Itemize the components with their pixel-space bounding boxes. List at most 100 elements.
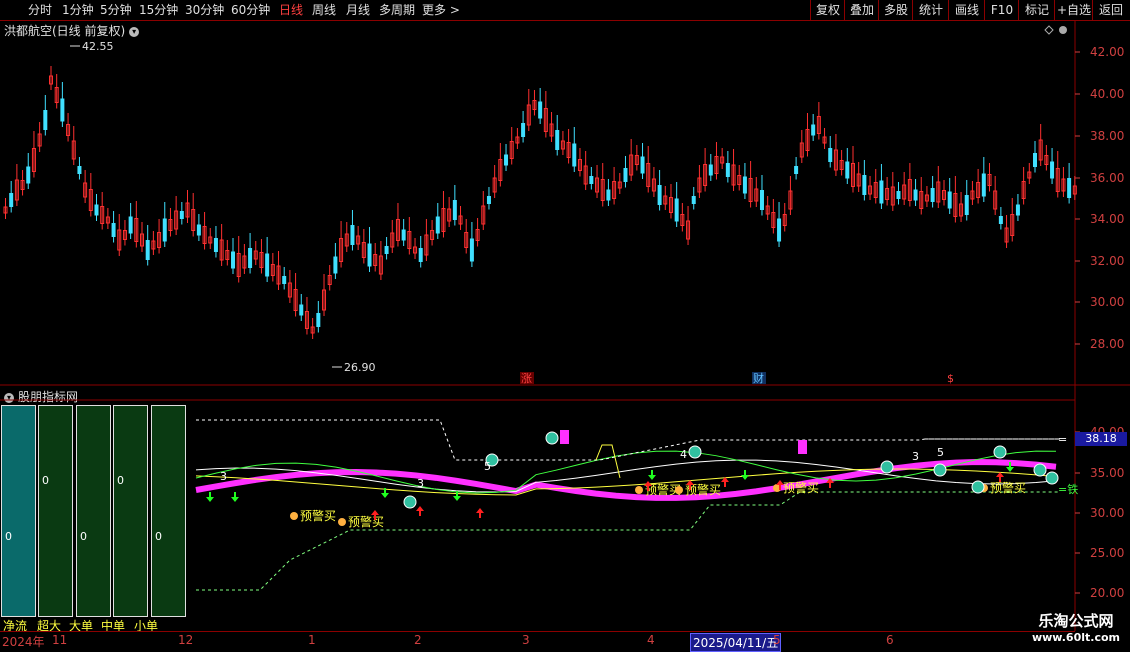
date-axis: 2024年 11 12 1 2 3 4 2025/04/11/五 5 6 — [0, 631, 1075, 652]
candle-body — [248, 248, 253, 268]
check-badge-icon — [933, 463, 947, 477]
check-badge-icon — [971, 480, 985, 494]
hand-icon — [290, 512, 298, 520]
date-label: 5 — [773, 633, 781, 647]
arrow-down-icon — [741, 470, 749, 480]
date-label: 4 — [647, 633, 655, 647]
date-label: 11 — [52, 633, 68, 647]
candle-body — [94, 204, 99, 216]
large-order-value: 0 — [80, 530, 87, 543]
candle-body — [913, 189, 918, 201]
watermark-url: www.60lt.com — [1031, 631, 1120, 644]
candle-body — [1067, 178, 1072, 198]
candle-body — [350, 225, 355, 245]
buy-signal-label: 预警买 — [300, 508, 336, 523]
candle-body — [777, 218, 782, 242]
ind-tick-label: 35.00 — [1090, 466, 1124, 480]
date-label: 12 — [178, 633, 194, 647]
buy-signal-label: 预警买 — [990, 480, 1026, 495]
candle-body — [60, 98, 65, 122]
check-badge-icon — [403, 495, 417, 509]
arrow-down-icon — [231, 492, 239, 502]
date-label: 3 — [522, 633, 530, 647]
candle-body — [572, 143, 577, 167]
date-label: 2024年 — [2, 635, 45, 649]
arrow-up-icon — [476, 508, 484, 518]
candle-body — [794, 166, 799, 174]
high-label: 42.55 — [82, 40, 114, 53]
candle-body — [282, 276, 287, 284]
candle-body — [43, 110, 48, 130]
date-label: 2 — [414, 633, 422, 647]
count-label: 3 — [912, 450, 919, 463]
candle-body — [231, 251, 236, 269]
large-order-box: 0 — [76, 405, 111, 617]
candle-body — [213, 238, 218, 252]
price-tick-label: 34.00 — [1090, 212, 1124, 226]
candle-body — [384, 246, 389, 254]
candle-body — [179, 211, 184, 219]
price-tick-label: 40.00 — [1090, 87, 1124, 101]
candle-body — [981, 173, 986, 197]
arrow-down-icon — [206, 492, 214, 502]
candle-body — [401, 229, 406, 241]
candle-body — [930, 188, 935, 202]
magenta-block — [560, 430, 569, 444]
candle-body — [316, 313, 321, 327]
price-tick-label: 32.00 — [1090, 254, 1124, 268]
candle-body — [1050, 161, 1055, 179]
date-label: 6 — [886, 633, 894, 647]
candle-body — [521, 123, 526, 137]
candle-body — [1015, 204, 1020, 216]
ind-tick-label: 20.00 — [1090, 586, 1124, 600]
candle-body — [418, 248, 423, 262]
magenta-block — [798, 440, 807, 454]
check-badge-icon — [880, 460, 894, 474]
cursor-date: 2025/04/11/五 — [690, 633, 782, 652]
candle-body — [640, 156, 645, 174]
hand-icon — [338, 518, 346, 526]
candle-body — [879, 180, 884, 204]
yellow-spike — [595, 444, 621, 479]
candle-body — [828, 148, 833, 162]
candle-body — [742, 176, 747, 194]
date-label: 1 — [308, 633, 316, 647]
candle-body — [77, 166, 82, 174]
candle-body — [469, 238, 474, 262]
event-marker-zhang[interactable]: 涨 — [521, 372, 532, 385]
check-badge-icon — [688, 445, 702, 459]
candle-body — [555, 130, 560, 150]
current-value-tag: 38.18 — [1075, 432, 1127, 446]
arrow-up-icon — [721, 477, 729, 487]
candle-body — [26, 166, 31, 184]
super-large-box: 0 — [38, 405, 73, 617]
candle-body — [862, 175, 867, 195]
event-marker-cai[interactable]: 财 — [753, 371, 764, 385]
count-label: 5 — [937, 446, 944, 459]
money-flow-panel: 0 0 0 0 0 净流 超大 大单 中单 小单 — [0, 405, 196, 633]
net-flow-box: 0 — [1, 405, 36, 617]
candle-body — [145, 240, 150, 260]
price-tick-label: 28.00 — [1090, 337, 1124, 351]
ind-tick-label: 25.00 — [1090, 546, 1124, 560]
candle-body — [759, 190, 764, 210]
candle-body — [128, 216, 133, 234]
price-tick-label: 38.00 — [1090, 129, 1124, 143]
event-marker-dollar[interactable]: $ — [947, 372, 954, 385]
count-label: 4 — [680, 448, 687, 461]
watermark: 乐淘公式网 www.60lt.com — [1032, 610, 1120, 644]
net-flow-value: 0 — [5, 530, 12, 543]
medium-order-box: 0 — [113, 405, 148, 617]
buy-signal-label: 预警买 — [783, 480, 819, 495]
settings-dot-icon[interactable] — [1059, 26, 1067, 34]
small-order-box: 0 — [151, 405, 186, 617]
price-tick-label: 30.00 — [1090, 295, 1124, 309]
medium-order-value: 0 — [117, 474, 124, 487]
candle-body — [265, 253, 270, 277]
arrow-up-icon — [416, 506, 424, 516]
candle-body — [896, 191, 901, 199]
diamond-icon[interactable] — [1044, 25, 1054, 35]
candle-body — [691, 196, 696, 204]
count-label: 3 — [220, 470, 227, 483]
small-order-value: 0 — [155, 530, 162, 543]
